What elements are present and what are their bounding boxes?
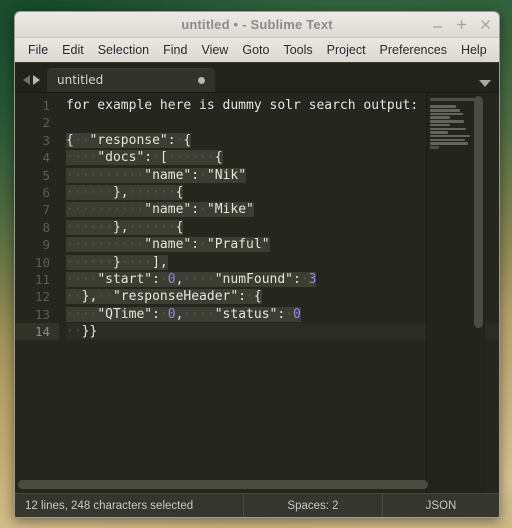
menu-item-file[interactable]: File	[21, 40, 55, 60]
editor-area[interactable]: 1 2 3 4 5 6 7 8 9 10 11 12 13 14 for exa…	[15, 93, 499, 493]
code-text: ······}····],	[66, 254, 168, 270]
line-number: 1	[42, 98, 50, 113]
minimap-line	[430, 145, 439, 149]
code-text: ····"QTime":·0,····"status":·0	[66, 306, 301, 322]
code-text: ····"docs":·[······{	[66, 150, 223, 166]
menu-item-project[interactable]: Project	[320, 40, 373, 60]
vertical-scrollbar[interactable]	[474, 96, 483, 328]
line-number: 6	[42, 184, 50, 200]
menu-bar: File Edit Selection Find View Goto Tools…	[15, 38, 499, 63]
code-text: for example here is dummy solr search ou…	[66, 98, 419, 113]
minimap-line	[430, 134, 470, 138]
title-bar[interactable]: untitled • - Sublime Text	[15, 12, 499, 38]
tab-nav-arrows	[15, 75, 47, 92]
line-number: 5	[42, 167, 50, 183]
minimap-line	[430, 123, 450, 127]
line-number: 12	[34, 289, 50, 305]
close-icon[interactable]	[480, 19, 491, 30]
line-number: 10	[34, 254, 50, 270]
code-text: ··········"name":·"Mike"	[66, 202, 254, 218]
minimap-line	[430, 142, 468, 145]
window-title: untitled • - Sublime Text	[181, 17, 333, 32]
horizontal-scrollbar-track[interactable]	[15, 480, 485, 491]
code-text: ··········"name":·"Nik"	[66, 167, 247, 183]
maximize-icon[interactable]	[456, 19, 467, 30]
code-text: ····"start":·0,····"numFound":·3	[66, 271, 317, 287]
minimap-line	[430, 120, 464, 123]
minimize-icon[interactable]	[432, 19, 443, 30]
line-number: 7	[42, 202, 50, 218]
line-number-gutter: 1 2 3 4 5 6 7 8 9 10 11 12 13 14	[15, 93, 59, 493]
menu-item-goto[interactable]: Goto	[235, 40, 276, 60]
sublime-text-window: untitled • - Sublime Text File Edit Sele…	[14, 11, 500, 518]
line-number: 9	[42, 237, 50, 253]
line-number: 4	[42, 150, 50, 166]
menu-item-selection[interactable]: Selection	[91, 40, 156, 60]
minimap-line	[430, 131, 448, 134]
arrow-left-icon[interactable]	[23, 75, 30, 85]
line-number: 11	[34, 271, 50, 287]
unsaved-changes-icon[interactable]	[198, 76, 205, 84]
minimap-line	[430, 116, 450, 120]
horizontal-scrollbar[interactable]	[18, 480, 428, 489]
tab-untitled[interactable]: untitled	[47, 68, 215, 92]
minimap-line	[430, 98, 478, 101]
minimap-line	[430, 105, 456, 108]
minimap[interactable]	[426, 93, 485, 493]
tab-bar: untitled	[15, 63, 499, 93]
code-text: ··········"name":·"Praful"	[66, 237, 270, 253]
menu-item-find[interactable]: Find	[156, 40, 194, 60]
minimap-line	[430, 112, 463, 116]
minimap-line	[430, 127, 466, 131]
menu-item-view[interactable]: View	[194, 40, 235, 60]
syntax-setting[interactable]: JSON	[383, 500, 499, 512]
indentation-setting[interactable]: Spaces: 2	[244, 500, 382, 512]
minimap-line	[430, 138, 465, 142]
line-number: 8	[42, 219, 50, 235]
status-bar: 12 lines, 248 characters selected Spaces…	[15, 493, 499, 517]
code-text: ······},······{	[66, 184, 184, 200]
menu-item-help[interactable]: Help	[454, 40, 494, 60]
line-number: 13	[34, 306, 50, 322]
code-text: ······},······{	[66, 219, 184, 235]
window-controls	[432, 12, 491, 37]
menu-item-edit[interactable]: Edit	[55, 40, 91, 60]
line-number: 2	[42, 115, 50, 131]
menu-item-preferences[interactable]: Preferences	[373, 40, 454, 60]
code-text: ··},··"responseHeader":·{	[66, 289, 262, 305]
line-number: 3	[42, 132, 50, 148]
menu-item-tools[interactable]: Tools	[276, 40, 319, 60]
code-text: {··"response":·{	[66, 132, 192, 148]
line-number-active: 14	[15, 323, 59, 341]
selection-status: 12 lines, 248 characters selected	[25, 499, 194, 512]
tab-label: untitled	[57, 73, 104, 87]
chevron-down-icon[interactable]	[479, 80, 491, 87]
minimap-line	[430, 109, 460, 112]
arrow-right-icon[interactable]	[33, 75, 40, 85]
code-text: ··}}	[66, 324, 98, 340]
